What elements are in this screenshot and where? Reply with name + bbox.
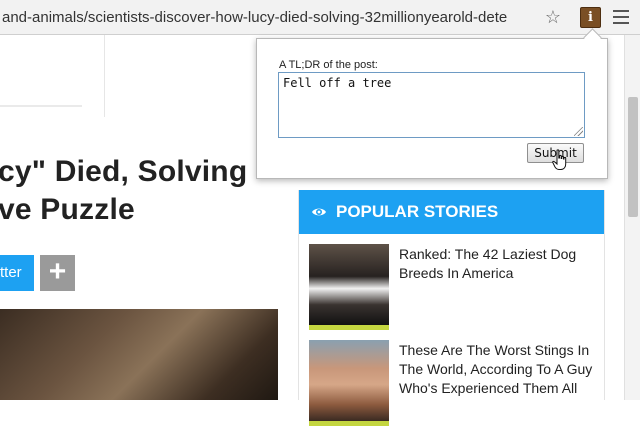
header-panel-right (104, 35, 265, 118)
header-panel (0, 35, 82, 107)
scrollbar-thumb[interactable] (628, 97, 638, 217)
tldr-label: A TL;DR of the post: (279, 59, 378, 71)
hamburger-menu-icon[interactable] (613, 10, 629, 24)
story-title[interactable]: These Are The Worst Stings In The World,… (399, 341, 599, 398)
story-title[interactable]: Ranked: The 42 Laziest Dog Breeds In Ame… (399, 245, 599, 283)
address-bar[interactable]: and-animals/scientists-discover-how-lucy… (2, 9, 548, 26)
resize-grip-icon[interactable] (574, 127, 583, 136)
popular-stories-header: POPULAR STORIES (299, 190, 604, 234)
article-photo (0, 309, 278, 400)
hand-cursor-icon (552, 149, 567, 170)
page-scrollbar[interactable] (624, 35, 640, 400)
star-icon[interactable]: ☆ (543, 7, 563, 27)
article-title-line-1: cy" Died, Solving (0, 155, 248, 188)
tldr-textarea[interactable]: Fell off a tree (278, 72, 585, 138)
more-share-button[interactable]: + (40, 255, 75, 291)
twitter-share-button[interactable]: tter (0, 255, 34, 291)
story-thumbnail[interactable] (309, 340, 389, 426)
story-thumbnail[interactable] (309, 244, 389, 330)
info-extension-icon[interactable]: i (580, 7, 601, 28)
popular-stories-widget: POPULAR STORIES Ranked: The 42 Laziest D… (298, 190, 605, 426)
article-title-line-2: ve Puzzle (0, 193, 135, 226)
eye-icon (312, 208, 326, 216)
popular-stories-title: POPULAR STORIES (336, 202, 499, 221)
browser-toolbar: and-animals/scientists-discover-how-lucy… (0, 0, 640, 35)
